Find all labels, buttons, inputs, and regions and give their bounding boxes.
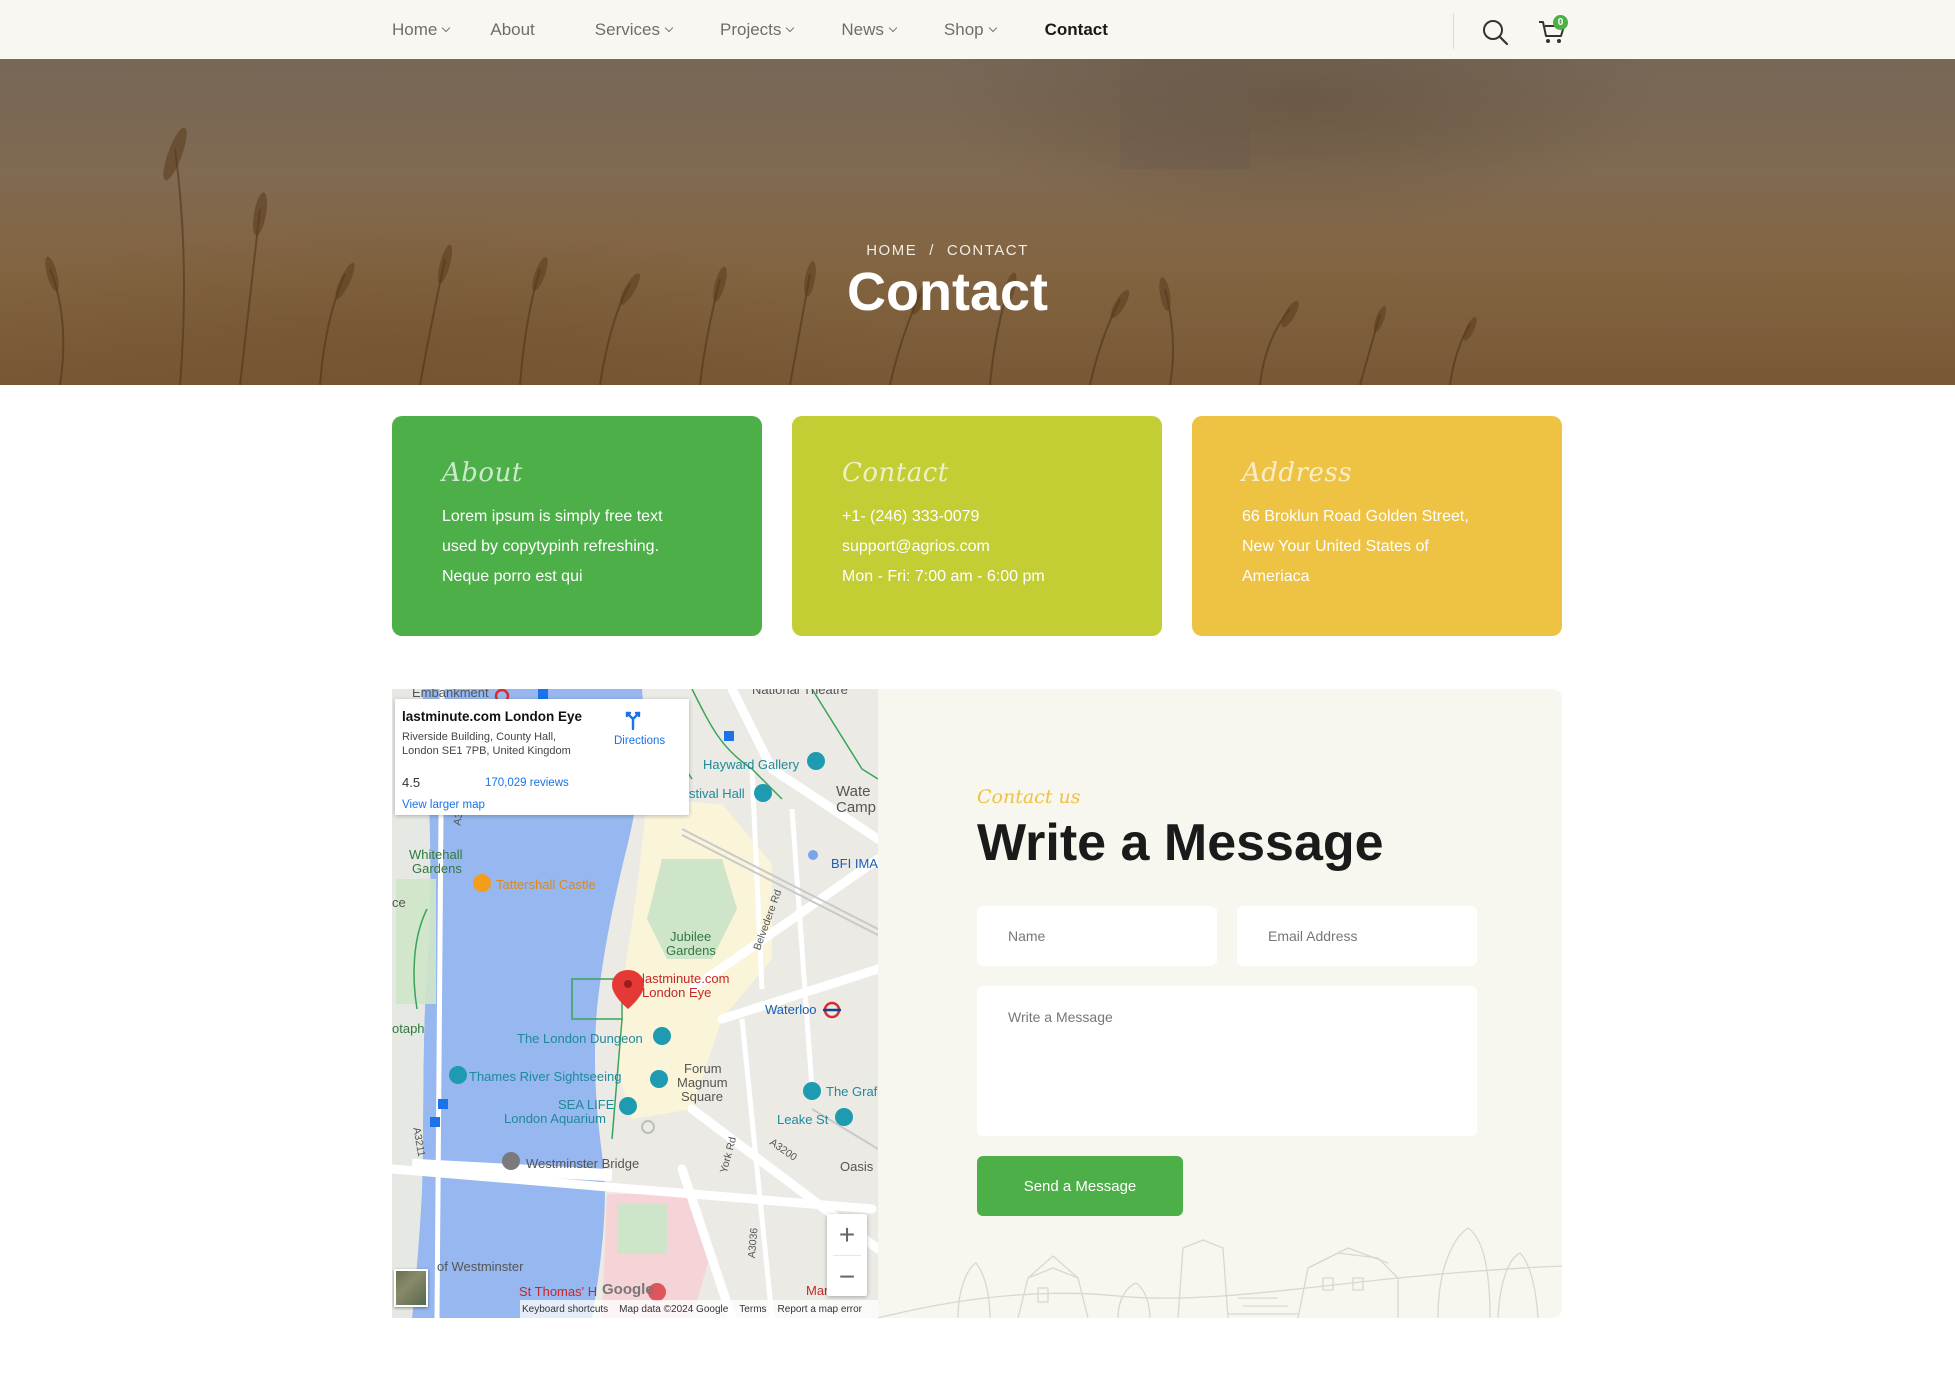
search-icon[interactable] [1481,18,1509,46]
contact-card: Contact +1- (246) 333-0079 support@agrio… [792,416,1162,636]
google-logo: Google [602,1281,654,1298]
about-card-line: Lorem ipsum is simply free text [442,508,663,525]
nav-item-home[interactable]: Home [392,20,451,40]
map-place-name: lastminute.com London Eye [402,709,583,724]
nav-item-projects[interactable]: Projects [720,20,795,40]
map-data-credit: Map data ©2024 Google [619,1303,729,1315]
address-line: 66 Broklun Road Golden Street, [1242,508,1469,525]
chevron-down-icon [988,23,997,32]
map-zoom-controls: + − [827,1214,867,1296]
directions-icon[interactable] [623,710,643,730]
zoom-out-button[interactable]: − [827,1256,867,1297]
about-card: About Lorem ipsum is simply free text us… [392,416,762,636]
map-label: stival Hall [689,786,745,801]
map-label: ce [392,895,406,910]
about-card-line: used by copytypinh refreshing. [442,538,660,555]
map-label: lastminute.com [642,971,730,986]
map-label: Waterloo [765,1002,817,1017]
chevron-down-icon [786,23,795,32]
map-label: The Graf [826,1084,878,1099]
map-label: BFI IMA [831,856,878,871]
map-label: St Thomas' H [519,1284,598,1299]
view-larger-map-link[interactable]: View larger map [402,799,485,811]
map-label: Whitehall [409,847,463,862]
map-label: Gardens [412,861,462,876]
map-label: Magnum [677,1075,728,1090]
map-label: National Theatre [752,689,848,697]
terms-link[interactable]: Terms [739,1304,766,1315]
cart-count-badge: 0 [1553,15,1568,30]
map-label: Wate [836,783,871,800]
map-label: Forum [684,1061,722,1076]
nav-divider [1453,13,1454,49]
google-map-embed[interactable]: Embankment National Theatre Hayward Gall… [392,689,878,1318]
satellite-toggle[interactable] [394,1269,428,1307]
nav-item-services[interactable]: Services [595,20,674,40]
chevron-down-icon [442,23,451,32]
map-label: Thames River Sightseeing [469,1069,622,1084]
directions-link[interactable]: Directions [614,735,665,747]
nav-item-about[interactable]: About [490,20,534,40]
nav-item-contact[interactable]: Contact [1045,20,1108,40]
name-input[interactable]: Name [977,906,1217,966]
about-card-line: Neque porro est qui [442,568,583,585]
contact-hours: Mon - Fri: 7:00 am - 6:00 pm [842,568,1045,585]
map-label: otaph [392,1021,425,1036]
zoom-in-button[interactable]: + [827,1214,867,1255]
map-place-address: Riverside Building, County Hall, London … [402,731,571,757]
map-label: London Eye [642,985,712,1000]
hero-banner: HOME / CONTACT Contact [0,59,1955,385]
breadcrumb-home-link[interactable]: HOME [866,242,917,259]
map-label: Square [681,1089,723,1104]
address-line: New Your United States of [1242,538,1429,555]
map-label: Mar [806,1283,829,1298]
map-label: Gardens [666,943,716,958]
breadcrumb: HOME / CONTACT [0,242,1895,259]
form-tagline: Contact us [977,786,1081,808]
top-navigation: Home About Services Projects News Shop C… [0,0,1955,59]
chevron-down-icon [664,23,674,32]
map-label: Hayward Gallery [703,757,800,772]
send-message-button[interactable]: Send a Message [977,1156,1183,1216]
address-card: Address 66 Broklun Road Golden Street, N… [1192,416,1562,636]
keyboard-shortcuts-link[interactable]: Keyboard shortcuts [522,1304,608,1315]
map-label: London Aquarium [504,1111,606,1126]
map-place-card: lastminute.com London Eye Riverside Buil… [395,699,689,815]
contact-email[interactable]: support@agrios.com [842,532,1112,562]
message-textarea[interactable]: Write a Message [977,986,1477,1136]
map-label: SEA LIFE [558,1097,615,1112]
about-card-title: About [442,458,523,488]
address-line: Ameriaca [1242,568,1310,585]
wheat-field-background [0,59,1955,385]
nav-menu: Home About Services Projects News Shop C… [392,0,1108,59]
email-input[interactable]: Email Address [1237,906,1477,966]
map-label: Leake St [777,1112,829,1127]
address-card-title: Address [1242,458,1353,488]
chevron-down-icon [888,23,898,32]
form-heading: Write a Message [977,814,1384,872]
map-footer: Keyboard shortcuts Map data ©2024 Google… [520,1300,878,1318]
contact-form-panel: Contact us Write a Message Name Email Ad… [878,689,1562,1318]
contact-phone[interactable]: +1- (246) 333-0079 [842,502,1112,532]
page-title: Contact [847,262,1048,322]
map-label: Oasis [840,1159,874,1174]
nav-item-shop[interactable]: Shop [944,20,997,40]
map-label: Tattershall Castle [496,877,596,892]
nav-item-news[interactable]: News [841,20,898,40]
map-label: The London Dungeon [517,1031,643,1046]
report-map-error-link[interactable]: Report a map error [778,1304,862,1315]
map-place-rating: 4.5 [402,775,421,790]
map-label: of Westminster [437,1259,524,1274]
map-label: Westminster Bridge [526,1156,640,1171]
map-label: Jubilee [670,929,712,944]
breadcrumb-separator: / [929,242,935,259]
map-reviews-link[interactable]: 170,029 reviews [485,777,569,789]
contact-card-title: Contact [842,458,949,488]
breadcrumb-current: CONTACT [946,242,1029,259]
map-label: Camp [836,799,877,816]
